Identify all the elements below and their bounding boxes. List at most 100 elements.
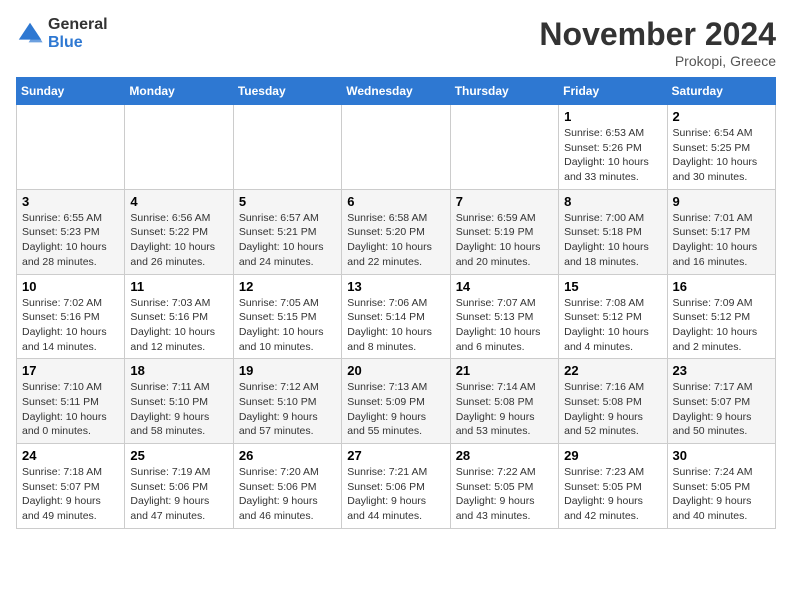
- location: Prokopi, Greece: [539, 53, 776, 69]
- day-number: 5: [239, 194, 336, 209]
- day-info: Sunrise: 6:53 AMSunset: 5:26 PMDaylight:…: [564, 126, 661, 185]
- weekday-monday: Monday: [125, 78, 233, 105]
- day-info: Sunrise: 7:07 AMSunset: 5:13 PMDaylight:…: [456, 296, 553, 355]
- day-number: 14: [456, 279, 553, 294]
- day-info: Sunrise: 7:14 AMSunset: 5:08 PMDaylight:…: [456, 380, 553, 439]
- day-number: 20: [347, 363, 444, 378]
- calendar-cell: 23Sunrise: 7:17 AMSunset: 5:07 PMDayligh…: [667, 359, 775, 444]
- day-number: 9: [673, 194, 770, 209]
- day-info: Sunrise: 7:22 AMSunset: 5:05 PMDaylight:…: [456, 465, 553, 524]
- day-number: 8: [564, 194, 661, 209]
- weekday-wednesday: Wednesday: [342, 78, 450, 105]
- day-number: 18: [130, 363, 227, 378]
- calendar-cell: 3 Sunrise: 6:55 AMSunset: 5:23 PMDaylight…: [17, 189, 125, 274]
- day-info: Sunrise: 7:24 AMSunset: 5:05 PMDaylight:…: [673, 465, 770, 524]
- calendar-cell: 13Sunrise: 7:06 AMSunset: 5:14 PMDayligh…: [342, 274, 450, 359]
- page-header: General Blue November 2024 Prokopi, Gree…: [16, 16, 776, 69]
- day-info: Sunrise: 7:18 AMSunset: 5:07 PMDaylight:…: [22, 465, 119, 524]
- day-number: 25: [130, 448, 227, 463]
- day-number: 19: [239, 363, 336, 378]
- calendar-cell: [233, 105, 341, 190]
- calendar-cell: 21 Sunrise: 7:14 AMSunset: 5:08 PMDayligh…: [450, 359, 558, 444]
- weekday-tuesday: Tuesday: [233, 78, 341, 105]
- calendar-cell: 9 Sunrise: 7:01 AMSunset: 5:17 PMDaylight…: [667, 189, 775, 274]
- day-info: Sunrise: 7:10 AMSunset: 5:11 PMDaylight:…: [22, 380, 119, 439]
- day-number: 23: [673, 363, 770, 378]
- calendar-cell: [125, 105, 233, 190]
- day-number: 16: [673, 279, 770, 294]
- logo: General Blue: [16, 16, 108, 51]
- day-number: 13: [347, 279, 444, 294]
- calendar-cell: 12 Sunrise: 7:05 AMSunset: 5:15 PMDayligh…: [233, 274, 341, 359]
- calendar-body: 1 Sunrise: 6:53 AMSunset: 5:26 PMDaylight…: [17, 105, 776, 529]
- calendar-cell: 20 Sunrise: 7:13 AMSunset: 5:09 PMDayligh…: [342, 359, 450, 444]
- calendar-cell: [342, 105, 450, 190]
- day-info: Sunrise: 7:11 AMSunset: 5:10 PMDaylight:…: [130, 380, 227, 439]
- calendar-cell: 19Sunrise: 7:12 AMSunset: 5:10 PMDayligh…: [233, 359, 341, 444]
- day-number: 26: [239, 448, 336, 463]
- day-info: Sunrise: 7:19 AMSunset: 5:06 PMDaylight:…: [130, 465, 227, 524]
- day-info: Sunrise: 7:01 AMSunset: 5:17 PMDaylight:…: [673, 211, 770, 270]
- month-title: November 2024: [539, 16, 776, 53]
- logo-blue-text: Blue: [48, 34, 108, 52]
- week-row-2: 3 Sunrise: 6:55 AMSunset: 5:23 PMDaylight…: [17, 189, 776, 274]
- day-info: Sunrise: 6:55 AMSunset: 5:23 PMDaylight:…: [22, 211, 119, 270]
- calendar-cell: 29 Sunrise: 7:23 AMSunset: 5:05 PMDayligh…: [559, 444, 667, 529]
- day-info: Sunrise: 6:54 AMSunset: 5:25 PMDaylight:…: [673, 126, 770, 185]
- calendar-cell: 28Sunrise: 7:22 AMSunset: 5:05 PMDayligh…: [450, 444, 558, 529]
- day-info: Sunrise: 7:09 AMSunset: 5:12 PMDaylight:…: [673, 296, 770, 355]
- calendar-cell: 25 Sunrise: 7:19 AMSunset: 5:06 PMDayligh…: [125, 444, 233, 529]
- week-row-3: 10 Sunrise: 7:02 AMSunset: 5:16 PMDayligh…: [17, 274, 776, 359]
- day-number: 10: [22, 279, 119, 294]
- weekday-header-row: SundayMondayTuesdayWednesdayThursdayFrid…: [17, 78, 776, 105]
- week-row-5: 24Sunrise: 7:18 AMSunset: 5:07 PMDayligh…: [17, 444, 776, 529]
- day-info: Sunrise: 7:16 AMSunset: 5:08 PMDaylight:…: [564, 380, 661, 439]
- day-info: Sunrise: 7:05 AMSunset: 5:15 PMDaylight:…: [239, 296, 336, 355]
- calendar-cell: 8 Sunrise: 7:00 AMSunset: 5:18 PMDaylight…: [559, 189, 667, 274]
- calendar-cell: 27 Sunrise: 7:21 AMSunset: 5:06 PMDayligh…: [342, 444, 450, 529]
- calendar-table: SundayMondayTuesdayWednesdayThursdayFrid…: [16, 77, 776, 529]
- day-info: Sunrise: 7:20 AMSunset: 5:06 PMDaylight:…: [239, 465, 336, 524]
- calendar-cell: 16 Sunrise: 7:09 AMSunset: 5:12 PMDayligh…: [667, 274, 775, 359]
- calendar-cell: 26 Sunrise: 7:20 AMSunset: 5:06 PMDayligh…: [233, 444, 341, 529]
- day-info: Sunrise: 7:02 AMSunset: 5:16 PMDaylight:…: [22, 296, 119, 355]
- day-info: Sunrise: 7:13 AMSunset: 5:09 PMDaylight:…: [347, 380, 444, 439]
- calendar-cell: 14 Sunrise: 7:07 AMSunset: 5:13 PMDayligh…: [450, 274, 558, 359]
- calendar-cell: 24Sunrise: 7:18 AMSunset: 5:07 PMDayligh…: [17, 444, 125, 529]
- day-info: Sunrise: 7:21 AMSunset: 5:06 PMDaylight:…: [347, 465, 444, 524]
- week-row-4: 17 Sunrise: 7:10 AMSunset: 5:11 PMDayligh…: [17, 359, 776, 444]
- logo-text: General Blue: [48, 16, 108, 51]
- calendar-cell: [17, 105, 125, 190]
- day-info: Sunrise: 6:58 AMSunset: 5:20 PMDaylight:…: [347, 211, 444, 270]
- calendar-cell: 17 Sunrise: 7:10 AMSunset: 5:11 PMDayligh…: [17, 359, 125, 444]
- day-number: 2: [673, 109, 770, 124]
- calendar-header: SundayMondayTuesdayWednesdayThursdayFrid…: [17, 78, 776, 105]
- weekday-friday: Friday: [559, 78, 667, 105]
- calendar-cell: 30 Sunrise: 7:24 AMSunset: 5:05 PMDayligh…: [667, 444, 775, 529]
- day-number: 27: [347, 448, 444, 463]
- day-info: Sunrise: 7:23 AMSunset: 5:05 PMDaylight:…: [564, 465, 661, 524]
- day-info: Sunrise: 7:00 AMSunset: 5:18 PMDaylight:…: [564, 211, 661, 270]
- day-number: 7: [456, 194, 553, 209]
- day-number: 12: [239, 279, 336, 294]
- day-number: 17: [22, 363, 119, 378]
- calendar-cell: 18 Sunrise: 7:11 AMSunset: 5:10 PMDayligh…: [125, 359, 233, 444]
- calendar-cell: 7 Sunrise: 6:59 AMSunset: 5:19 PMDaylight…: [450, 189, 558, 274]
- weekday-thursday: Thursday: [450, 78, 558, 105]
- logo-general-text: General: [48, 16, 108, 34]
- day-number: 29: [564, 448, 661, 463]
- day-number: 1: [564, 109, 661, 124]
- day-number: 21: [456, 363, 553, 378]
- title-block: November 2024 Prokopi, Greece: [539, 16, 776, 69]
- day-info: Sunrise: 7:03 AMSunset: 5:16 PMDaylight:…: [130, 296, 227, 355]
- calendar-cell: 6 Sunrise: 6:58 AMSunset: 5:20 PMDaylight…: [342, 189, 450, 274]
- day-number: 6: [347, 194, 444, 209]
- day-number: 30: [673, 448, 770, 463]
- calendar-cell: 1 Sunrise: 6:53 AMSunset: 5:26 PMDaylight…: [559, 105, 667, 190]
- day-info: Sunrise: 6:59 AMSunset: 5:19 PMDaylight:…: [456, 211, 553, 270]
- day-number: 15: [564, 279, 661, 294]
- calendar-cell: 10 Sunrise: 7:02 AMSunset: 5:16 PMDayligh…: [17, 274, 125, 359]
- day-number: 4: [130, 194, 227, 209]
- day-number: 3: [22, 194, 119, 209]
- calendar-cell: 22Sunrise: 7:16 AMSunset: 5:08 PMDayligh…: [559, 359, 667, 444]
